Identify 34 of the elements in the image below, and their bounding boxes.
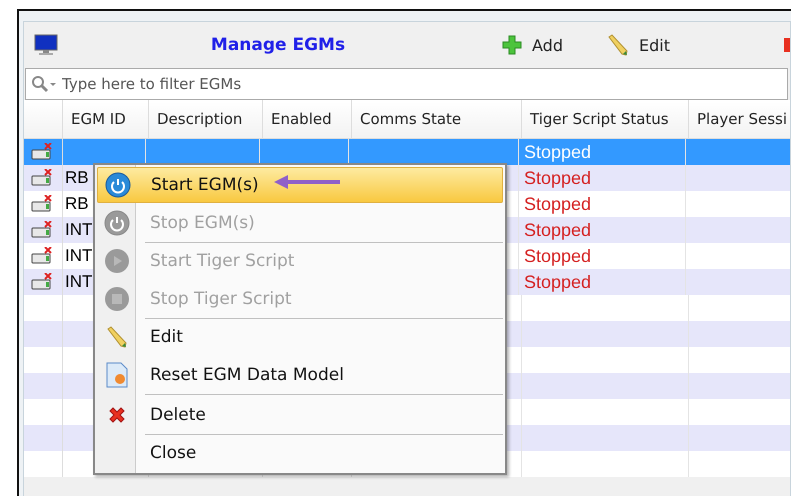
table-cell: Stopped <box>524 168 592 188</box>
pencil-icon <box>606 34 629 56</box>
power-icon <box>104 210 130 236</box>
table-cell: Stopped <box>524 272 592 292</box>
pencil-icon <box>106 326 128 348</box>
table-cell: Stopped <box>524 220 592 240</box>
column-header[interactable]: Description <box>149 100 263 138</box>
table-cell: Stopped <box>524 142 592 162</box>
column-header[interactable]: Player Sessi <box>689 100 791 138</box>
stop-icon <box>104 286 130 312</box>
arrow-annotation <box>272 174 342 190</box>
power-icon <box>105 172 131 198</box>
table-cell: RB <box>65 168 89 188</box>
play-icon <box>104 248 130 274</box>
column-header[interactable]: Tiger Script Status <box>522 100 689 138</box>
column-header[interactable]: Enabled <box>263 100 352 138</box>
window-title: Manage EGMs <box>210 35 346 55</box>
document-icon <box>106 362 128 388</box>
table-cell: Stopped <box>524 246 592 266</box>
menu-item[interactable]: Close <box>97 435 503 471</box>
column-header[interactable]: Comms State <box>352 100 522 138</box>
toolbar-button[interactable]: Edit <box>602 34 674 56</box>
table-cell: INT <box>65 272 92 292</box>
plus-icon <box>502 35 522 55</box>
table-cell: Stopped <box>524 194 592 214</box>
table-cell: INT <box>65 246 92 266</box>
column-header[interactable]: EGM ID <box>63 100 149 138</box>
toolbar-button[interactable]: Add <box>498 35 567 55</box>
menu-item[interactable]: Start EGM(s) <box>97 167 503 203</box>
table-cell: INT <box>65 220 92 240</box>
filter-field[interactable]: Type here to filter EGMs <box>25 68 788 100</box>
menu-item[interactable]: Edit <box>97 319 503 355</box>
table-cell: RB <box>65 194 89 214</box>
monitor-icon <box>34 34 58 56</box>
